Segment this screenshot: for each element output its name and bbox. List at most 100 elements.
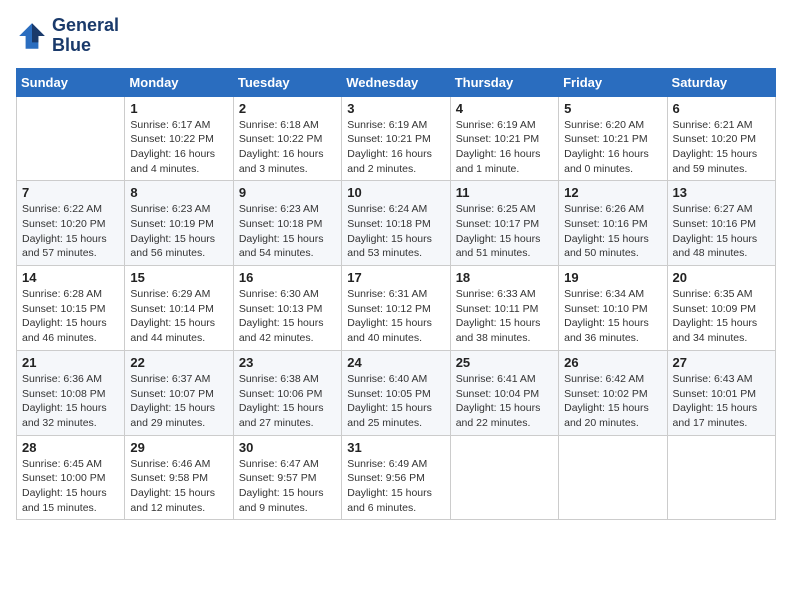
cell-info: Sunrise: 6:20 AM Sunset: 10:21 PM Daylig… [564,118,661,177]
calendar-cell: 26 Sunrise: 6:42 AM Sunset: 10:02 PM Dayl… [559,350,667,435]
calendar-cell: 10 Sunrise: 6:24 AM Sunset: 10:18 PM Dayl… [342,181,450,266]
calendar-cell: 14Sunrise: 6:28 AM Sunset: 10:15 PM Dayl… [17,266,125,351]
cell-info: Sunrise: 6:40 AM Sunset: 10:05 PM Daylig… [347,372,444,431]
logo: General Blue [16,16,119,56]
calendar-cell: 15 Sunrise: 6:29 AM Sunset: 10:14 PM Dayl… [125,266,233,351]
calendar-cell: 13Sunrise: 6:27 AM Sunset: 10:16 PM Dayl… [667,181,775,266]
day-number: 3 [347,101,444,116]
calendar-cell: 27 Sunrise: 6:43 AM Sunset: 10:01 PM Dayl… [667,350,775,435]
cell-info: Sunrise: 6:45 AM Sunset: 10:00 PM Daylig… [22,457,119,516]
day-number: 18 [456,270,553,285]
weekday-header-sunday: Sunday [17,68,125,96]
cell-info: Sunrise: 6:24 AM Sunset: 10:18 PM Daylig… [347,202,444,261]
cell-info: Sunrise: 6:23 AM Sunset: 10:18 PM Daylig… [239,202,336,261]
cell-info: Sunrise: 6:34 AM Sunset: 10:10 PM Daylig… [564,287,661,346]
calendar-cell: 16Sunrise: 6:30 AM Sunset: 10:13 PM Dayl… [233,266,341,351]
cell-info: Sunrise: 6:21 AM Sunset: 10:20 PM Daylig… [673,118,770,177]
day-number: 21 [22,355,119,370]
calendar-cell: 30 Sunrise: 6:47 AM Sunset: 9:57 PM Dayli… [233,435,341,520]
day-number: 20 [673,270,770,285]
day-number: 1 [130,101,227,116]
calendar-cell [450,435,558,520]
cell-info: Sunrise: 6:49 AM Sunset: 9:56 PM Dayligh… [347,457,444,516]
day-number: 16 [239,270,336,285]
cell-info: Sunrise: 6:38 AM Sunset: 10:06 PM Daylig… [239,372,336,431]
cell-info: Sunrise: 6:36 AM Sunset: 10:08 PM Daylig… [22,372,119,431]
calendar-cell: 25 Sunrise: 6:41 AM Sunset: 10:04 PM Dayl… [450,350,558,435]
cell-info: Sunrise: 6:28 AM Sunset: 10:15 PM Daylig… [22,287,119,346]
day-number: 17 [347,270,444,285]
day-number: 11 [456,185,553,200]
day-number: 30 [239,440,336,455]
cell-info: Sunrise: 6:23 AM Sunset: 10:19 PM Daylig… [130,202,227,261]
weekday-header-thursday: Thursday [450,68,558,96]
calendar-cell: 29 Sunrise: 6:46 AM Sunset: 9:58 PM Dayli… [125,435,233,520]
day-number: 6 [673,101,770,116]
day-number: 9 [239,185,336,200]
calendar-cell: 23Sunrise: 6:38 AM Sunset: 10:06 PM Dayl… [233,350,341,435]
cell-info: Sunrise: 6:26 AM Sunset: 10:16 PM Daylig… [564,202,661,261]
calendar-cell: 28 Sunrise: 6:45 AM Sunset: 10:00 PM Dayl… [17,435,125,520]
day-number: 8 [130,185,227,200]
cell-info: Sunrise: 6:46 AM Sunset: 9:58 PM Dayligh… [130,457,227,516]
day-number: 24 [347,355,444,370]
day-number: 5 [564,101,661,116]
page-header: General Blue [16,16,776,56]
cell-info: Sunrise: 6:42 AM Sunset: 10:02 PM Daylig… [564,372,661,431]
calendar-cell [667,435,775,520]
cell-info: Sunrise: 6:27 AM Sunset: 10:16 PM Daylig… [673,202,770,261]
weekday-header-friday: Friday [559,68,667,96]
weekday-header-saturday: Saturday [667,68,775,96]
cell-info: Sunrise: 6:18 AM Sunset: 10:22 PM Daylig… [239,118,336,177]
calendar-cell [559,435,667,520]
calendar-cell: 31 Sunrise: 6:49 AM Sunset: 9:56 PM Dayli… [342,435,450,520]
calendar-cell: 7 Sunrise: 6:22 AM Sunset: 10:20 PM Dayli… [17,181,125,266]
cell-info: Sunrise: 6:19 AM Sunset: 10:21 PM Daylig… [347,118,444,177]
day-number: 10 [347,185,444,200]
day-number: 2 [239,101,336,116]
day-number: 15 [130,270,227,285]
cell-info: Sunrise: 6:37 AM Sunset: 10:07 PM Daylig… [130,372,227,431]
day-number: 31 [347,440,444,455]
cell-info: Sunrise: 6:35 AM Sunset: 10:09 PM Daylig… [673,287,770,346]
calendar-cell: 6 Sunrise: 6:21 AM Sunset: 10:20 PM Dayli… [667,96,775,181]
day-number: 29 [130,440,227,455]
day-number: 25 [456,355,553,370]
cell-info: Sunrise: 6:29 AM Sunset: 10:14 PM Daylig… [130,287,227,346]
day-number: 22 [130,355,227,370]
logo-text: General Blue [52,16,119,56]
cell-info: Sunrise: 6:22 AM Sunset: 10:20 PM Daylig… [22,202,119,261]
calendar-cell: 4 Sunrise: 6:19 AM Sunset: 10:21 PM Dayli… [450,96,558,181]
cell-info: Sunrise: 6:43 AM Sunset: 10:01 PM Daylig… [673,372,770,431]
calendar-cell: 12 Sunrise: 6:26 AM Sunset: 10:16 PM Dayl… [559,181,667,266]
calendar-cell: 17Sunrise: 6:31 AM Sunset: 10:12 PM Dayl… [342,266,450,351]
weekday-header-tuesday: Tuesday [233,68,341,96]
weekday-header-monday: Monday [125,68,233,96]
calendar-cell: 2 Sunrise: 6:18 AM Sunset: 10:22 PM Dayli… [233,96,341,181]
calendar-cell: 5 Sunrise: 6:20 AM Sunset: 10:21 PM Dayli… [559,96,667,181]
cell-info: Sunrise: 6:47 AM Sunset: 9:57 PM Dayligh… [239,457,336,516]
day-number: 19 [564,270,661,285]
calendar-cell: 3 Sunrise: 6:19 AM Sunset: 10:21 PM Dayli… [342,96,450,181]
calendar-cell: 9 Sunrise: 6:23 AM Sunset: 10:18 PM Dayli… [233,181,341,266]
logo-icon [16,20,48,52]
day-number: 4 [456,101,553,116]
cell-info: Sunrise: 6:41 AM Sunset: 10:04 PM Daylig… [456,372,553,431]
day-number: 12 [564,185,661,200]
cell-info: Sunrise: 6:33 AM Sunset: 10:11 PM Daylig… [456,287,553,346]
cell-info: Sunrise: 6:19 AM Sunset: 10:21 PM Daylig… [456,118,553,177]
calendar-cell: 1Sunrise: 6:17 AM Sunset: 10:22 PM Dayli… [125,96,233,181]
calendar-cell: 8 Sunrise: 6:23 AM Sunset: 10:19 PM Dayli… [125,181,233,266]
calendar-cell: 22 Sunrise: 6:37 AM Sunset: 10:07 PM Dayl… [125,350,233,435]
calendar-cell: 19 Sunrise: 6:34 AM Sunset: 10:10 PM Dayl… [559,266,667,351]
cell-info: Sunrise: 6:25 AM Sunset: 10:17 PM Daylig… [456,202,553,261]
weekday-header-wednesday: Wednesday [342,68,450,96]
day-number: 7 [22,185,119,200]
day-number: 26 [564,355,661,370]
day-number: 28 [22,440,119,455]
calendar-cell: 20 Sunrise: 6:35 AM Sunset: 10:09 PM Dayl… [667,266,775,351]
calendar-cell: 18 Sunrise: 6:33 AM Sunset: 10:11 PM Dayl… [450,266,558,351]
day-number: 27 [673,355,770,370]
calendar-cell [17,96,125,181]
calendar-cell: 24 Sunrise: 6:40 AM Sunset: 10:05 PM Dayl… [342,350,450,435]
